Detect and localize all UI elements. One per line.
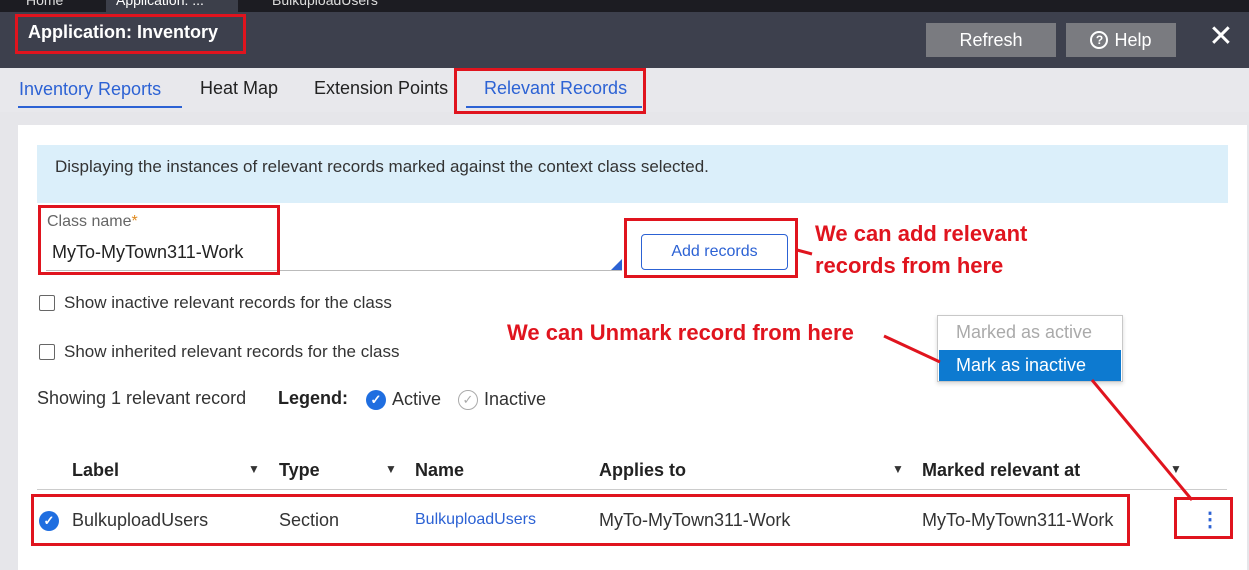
annotation-add-line1: We can add relevant	[815, 221, 1028, 246]
column-header-name[interactable]: Name	[415, 460, 464, 481]
row-label: BulkuploadUsers	[72, 510, 209, 530]
active-check-icon: ✓	[39, 511, 59, 531]
add-records-button[interactable]: Add records	[641, 234, 788, 270]
column-header-applies-to[interactable]: Applies to	[599, 460, 686, 481]
help-icon: ?	[1090, 31, 1109, 49]
tab-underline-inventory	[18, 106, 182, 108]
refresh-label: Refresh	[959, 29, 1023, 50]
show-inactive-checkbox[interactable]	[39, 295, 55, 311]
legend-active: ✓ Active	[366, 389, 441, 410]
legend-inactive: ✓ Inactive	[458, 389, 546, 410]
tab-underline-relevant	[466, 106, 642, 108]
menu-item-mark-inactive[interactable]: Mark as inactive	[939, 350, 1121, 381]
row-name-link[interactable]: BulkuploadUsers	[415, 511, 536, 529]
active-check-icon: ✓	[366, 389, 386, 410]
column-header-label[interactable]: Label	[72, 460, 119, 481]
filter-icon[interactable]: ▼	[248, 462, 260, 476]
tab-relevant-records[interactable]: Relevant Records	[484, 78, 627, 99]
inactive-check-icon: ✓	[458, 389, 478, 410]
legend-label: Legend:	[278, 388, 348, 408]
close-icon[interactable]: ✕	[1204, 22, 1238, 56]
tab-heat-map[interactable]: Heat Map	[200, 78, 278, 99]
table-header-divider	[37, 489, 1227, 490]
menu-item-marked-active: Marked as active	[956, 322, 1093, 342]
row-actions-kebab-icon[interactable]: ⋮	[1200, 509, 1220, 533]
window-tab-home[interactable]: Home	[16, 0, 73, 12]
row-actions-menu: Marked as active Mark as inactive	[937, 315, 1123, 382]
class-name-input[interactable]	[46, 235, 622, 271]
tab-extension-points[interactable]: Extension Points	[314, 78, 448, 99]
tab-inventory-reports[interactable]: Inventory Reports	[19, 79, 161, 100]
filter-icon[interactable]: ▼	[385, 462, 397, 476]
required-marker: *	[131, 213, 138, 230]
class-name-label-text: Class name	[47, 213, 132, 230]
legend-active-label: Active	[392, 389, 442, 409]
class-name-label: Class name*	[47, 213, 138, 231]
window-tab-strip: Home Application: ... BulkuploadUsers	[0, 0, 1249, 12]
refresh-button[interactable]: Refresh	[926, 23, 1056, 57]
show-inherited-checkbox[interactable]	[39, 344, 55, 360]
annotation-add-line2: records from here	[815, 253, 1004, 278]
row-applies-to: MyTo-MyTown311-Work	[599, 510, 791, 530]
show-inherited-row[interactable]: Show inherited relevant records for the …	[39, 342, 399, 362]
window-tab-application[interactable]: Application: ...	[106, 0, 238, 12]
help-button[interactable]: ? Help	[1066, 23, 1176, 57]
input-corner-indicator	[611, 259, 622, 270]
info-banner-text: Displaying the instances of relevant rec…	[55, 157, 709, 176]
column-header-marked-at[interactable]: Marked relevant at	[922, 460, 1080, 481]
annotation-unmark: We can Unmark record from here	[507, 320, 854, 345]
filter-icon[interactable]: ▼	[1170, 462, 1182, 476]
row-marked-at: MyTo-MyTown311-Work	[922, 510, 1114, 530]
show-inactive-label: Show inactive relevant records for the c…	[64, 293, 392, 312]
column-header-type[interactable]: Type	[279, 460, 320, 481]
help-label: Help	[1114, 29, 1152, 50]
show-inactive-row[interactable]: Show inactive relevant records for the c…	[39, 293, 392, 313]
page-title: Application: Inventory	[28, 22, 219, 42]
show-inherited-label: Show inherited relevant records for the …	[64, 342, 400, 361]
window-tab-bulkuploadusers[interactable]: BulkuploadUsers	[262, 0, 388, 12]
record-count-text: Showing 1 relevant record	[37, 388, 247, 408]
filter-icon[interactable]: ▼	[892, 462, 904, 476]
row-type: Section	[279, 510, 340, 530]
legend-inactive-label: Inactive	[484, 389, 547, 409]
